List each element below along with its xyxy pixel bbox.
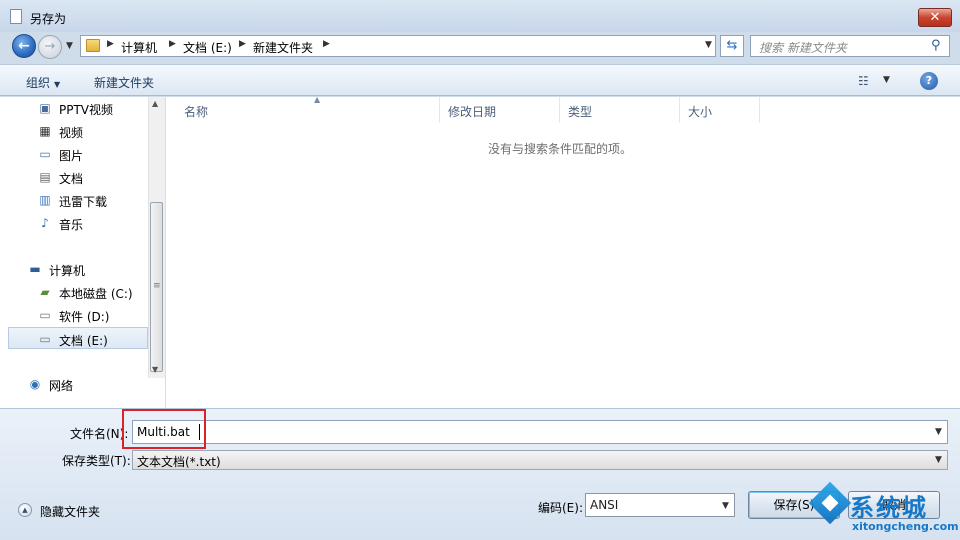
breadcrumb-drive-e[interactable]: 文档 (E:) <box>183 39 232 56</box>
help-button[interactable]: ? <box>920 72 938 90</box>
chevron-right-icon[interactable]: ▶ <box>323 39 330 49</box>
sidebar-item-pptv[interactable]: ▣ PPTV视频 <box>0 97 148 119</box>
system-drive-icon: ▰ <box>40 285 50 299</box>
filename-input[interactable]: Multi.bat ▼ <box>132 420 948 444</box>
chevron-down-icon: ▼ <box>54 80 61 89</box>
sidebar-item-drive-e[interactable]: ▭ 文档 (E:) <box>8 327 148 349</box>
command-toolbar: 组织 ▼ 新建文件夹 ☷ ▼ ? <box>0 64 960 96</box>
search-placeholder: 搜索 新建文件夹 <box>759 41 847 55</box>
watermark-brand: 系统城 <box>850 494 928 522</box>
drive-icon: ▭ <box>39 308 51 322</box>
column-header-size[interactable]: 大小 <box>680 97 760 123</box>
encoding-label: 编码(E): <box>538 501 583 515</box>
picture-icon: ▭ <box>39 147 51 161</box>
sidebar-item-computer[interactable]: ▬ 计算机 <box>0 258 148 280</box>
search-input[interactable]: 搜索 新建文件夹 ⚲ <box>750 35 950 57</box>
filename-label: 文件名(N): <box>70 427 129 441</box>
notepad-icon <box>10 9 22 24</box>
recent-pages-dropdown[interactable]: ▼ <box>66 41 73 51</box>
address-dropdown[interactable]: ▼ <box>705 40 712 50</box>
address-bar[interactable]: ▶ 计算机 ▶ 文档 (E:) ▶ 新建文件夹 ▶ ▼ <box>80 35 716 57</box>
chevron-down-icon: ▼ <box>722 501 729 511</box>
collapse-arrow-icon: ▲ <box>18 503 32 517</box>
empty-message: 没有与搜索条件匹配的项。 <box>488 142 633 156</box>
sidebar-item-network[interactable]: ◉ 网络 <box>0 373 148 395</box>
save-options-panel: 文件名(N): Multi.bat ▼ 保存类型(T): 文本文档(*.txt)… <box>0 408 960 540</box>
column-header-type[interactable]: 类型 <box>560 97 680 123</box>
chevron-right-icon[interactable]: ▶ <box>239 39 246 49</box>
computer-icon: ▬ <box>29 262 41 276</box>
document-icon: ▤ <box>39 170 51 184</box>
navigation-pane[interactable]: ▣ PPTV视频 ▦ 视频 ▭ 图片 ▤ 文档 ▥ 迅雷下载 ♪ 音乐 ▬ 计算… <box>0 97 166 408</box>
video-library-icon: ▣ <box>39 101 51 115</box>
sidebar-item-pictures[interactable]: ▭ 图片 <box>0 143 148 165</box>
navigation-bar: ← → ▼ ▶ 计算机 ▶ 文档 (E:) ▶ 新建文件夹 ▶ ▼ ⇆ 搜索 新… <box>0 32 960 60</box>
chevron-right-icon[interactable]: ▶ <box>107 39 114 49</box>
filetype-label: 保存类型(T): <box>62 454 131 468</box>
back-button[interactable]: ← <box>12 34 36 58</box>
drive-icon: ▭ <box>39 332 51 346</box>
new-folder-button[interactable]: 新建文件夹 <box>94 74 154 91</box>
breadcrumb-computer[interactable]: 计算机 <box>121 39 157 56</box>
sidebar-item-documents[interactable]: ▤ 文档 <box>0 166 148 188</box>
forward-button[interactable]: → <box>38 35 62 59</box>
encoding-select[interactable]: ANSI ▼ <box>585 493 735 517</box>
title-bar: 另存为 ✕ <box>0 0 960 32</box>
sort-ascending-icon: ▲ <box>314 95 321 104</box>
film-icon: ▦ <box>39 124 51 138</box>
view-dropdown[interactable]: ▼ <box>883 75 890 85</box>
network-icon: ◉ <box>29 377 41 391</box>
hide-folders-label: 隐藏文件夹 <box>40 505 101 519</box>
search-icon[interactable]: ⚲ <box>931 38 941 53</box>
annotation-highlight-box <box>122 409 206 449</box>
filetype-value: 文本文档(*.txt) <box>137 455 221 469</box>
chevron-right-icon[interactable]: ▶ <box>169 39 176 49</box>
scroll-up-arrow-icon[interactable]: ▲ <box>152 99 158 108</box>
view-options-icon[interactable]: ☷ <box>858 74 869 88</box>
music-note-icon: ♪ <box>41 216 49 230</box>
close-button[interactable]: ✕ <box>918 8 952 27</box>
column-header-date[interactable]: 修改日期 <box>440 97 560 123</box>
watermark-url: xitongcheng.com <box>852 520 959 533</box>
filename-dropdown[interactable]: ▼ <box>935 427 942 437</box>
window-title: 另存为 <box>30 12 67 26</box>
filetype-select[interactable]: 文本文档(*.txt) ▼ <box>132 450 948 470</box>
sidebar-item-videos[interactable]: ▦ 视频 <box>0 120 148 142</box>
column-header-name[interactable]: 名称 ▲ <box>176 95 440 123</box>
sidebar-item-music[interactable]: ♪ 音乐 <box>0 212 148 234</box>
file-list[interactable]: 名称 ▲ 修改日期 类型 大小 没有与搜索条件匹配的项。 <box>166 95 960 408</box>
download-folder-icon: ▥ <box>39 193 51 207</box>
sidebar-item-thunder-downloads[interactable]: ▥ 迅雷下载 <box>0 189 148 211</box>
refresh-button[interactable]: ⇆ <box>720 35 744 57</box>
breadcrumb-new-folder[interactable]: 新建文件夹 <box>253 39 313 56</box>
sidebar-item-drive-d[interactable]: ▭ 软件 (D:) <box>0 304 148 326</box>
scroll-down-arrow-icon[interactable]: ▼ <box>152 365 158 374</box>
encoding-value: ANSI <box>590 498 619 512</box>
folder-icon <box>86 39 100 52</box>
grip-icon: ≡ <box>153 281 161 291</box>
sidebar-item-drive-c[interactable]: ▰ 本地磁盘 (C:) <box>0 281 148 303</box>
chevron-down-icon: ▼ <box>935 455 942 465</box>
organize-button[interactable]: 组织 ▼ <box>26 74 60 91</box>
